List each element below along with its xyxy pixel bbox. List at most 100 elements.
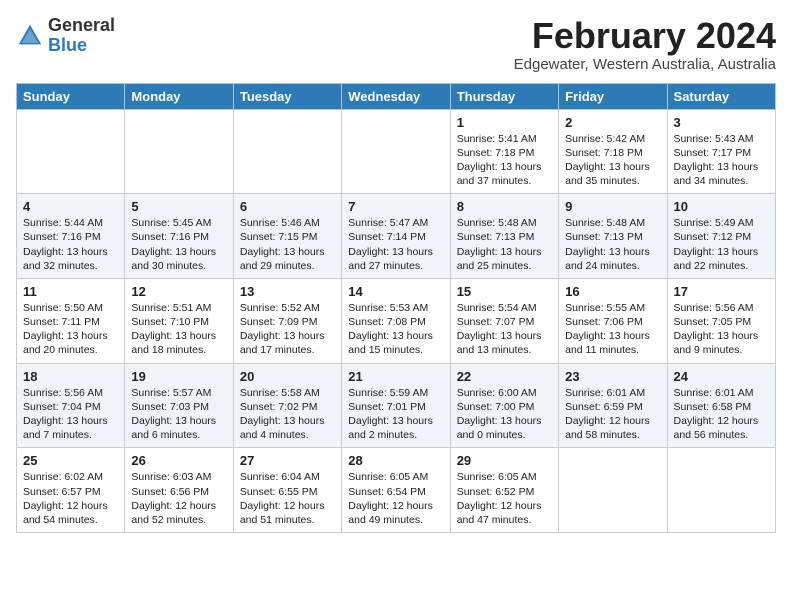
- day-content: Sunrise: 6:05 AM Sunset: 6:54 PM Dayligh…: [348, 470, 443, 527]
- calendar-cell: 1 Sunrise: 5:41 AM Sunset: 7:18 PM Daylig…: [450, 109, 558, 194]
- calendar-week-row: 18Sunrise: 5:56 AM Sunset: 7:04 PM Dayli…: [17, 363, 776, 448]
- day-number: 6: [240, 199, 335, 214]
- calendar-cell: 7 Sunrise: 5:47 AM Sunset: 7:14 PM Daylig…: [342, 194, 450, 279]
- calendar-cell: 12Sunrise: 5:51 AM Sunset: 7:10 PM Dayli…: [125, 278, 233, 363]
- day-number: 14: [348, 284, 443, 299]
- calendar-week-row: 1 Sunrise: 5:41 AM Sunset: 7:18 PM Daylig…: [17, 109, 776, 194]
- calendar-table: SundayMondayTuesdayWednesdayThursdayFrid…: [16, 83, 776, 533]
- calendar-cell: 15 Sunrise: 5:54 AM Sunset: 7:07 PM Dayli…: [450, 278, 558, 363]
- day-content: Sunrise: 5:52 AM Sunset: 7:09 PM Dayligh…: [240, 301, 335, 358]
- day-number: 4: [23, 199, 118, 214]
- calendar-week-row: 11Sunrise: 5:50 AM Sunset: 7:11 PM Dayli…: [17, 278, 776, 363]
- calendar-cell: 14 Sunrise: 5:53 AM Sunset: 7:08 PM Dayli…: [342, 278, 450, 363]
- calendar-cell: 6 Sunrise: 5:46 AM Sunset: 7:15 PM Daylig…: [233, 194, 341, 279]
- day-header-tuesday: Tuesday: [233, 83, 341, 109]
- calendar-cell: [125, 109, 233, 194]
- day-content: Sunrise: 6:05 AM Sunset: 6:52 PM Dayligh…: [457, 470, 552, 527]
- calendar-cell: 26Sunrise: 6:03 AM Sunset: 6:56 PM Dayli…: [125, 448, 233, 533]
- day-content: Sunrise: 6:04 AM Sunset: 6:55 PM Dayligh…: [240, 470, 335, 527]
- day-content: Sunrise: 5:44 AM Sunset: 7:16 PM Dayligh…: [23, 216, 118, 273]
- day-content: Sunrise: 5:46 AM Sunset: 7:15 PM Dayligh…: [240, 216, 335, 273]
- day-content: Sunrise: 5:57 AM Sunset: 7:03 PM Dayligh…: [131, 386, 226, 443]
- day-content: Sunrise: 5:56 AM Sunset: 7:04 PM Dayligh…: [23, 386, 118, 443]
- day-content: Sunrise: 5:41 AM Sunset: 7:18 PM Dayligh…: [457, 132, 552, 189]
- calendar-cell: 24 Sunrise: 6:01 AM Sunset: 6:58 PM Dayli…: [667, 363, 775, 448]
- day-number: 9: [565, 199, 660, 214]
- calendar-cell: 10Sunrise: 5:49 AM Sunset: 7:12 PM Dayli…: [667, 194, 775, 279]
- calendar-cell: 11Sunrise: 5:50 AM Sunset: 7:11 PM Dayli…: [17, 278, 125, 363]
- calendar-cell: 18Sunrise: 5:56 AM Sunset: 7:04 PM Dayli…: [17, 363, 125, 448]
- day-number: 16: [565, 284, 660, 299]
- calendar-cell: 20 Sunrise: 5:58 AM Sunset: 7:02 PM Dayli…: [233, 363, 341, 448]
- calendar-cell: [559, 448, 667, 533]
- day-content: Sunrise: 5:43 AM Sunset: 7:17 PM Dayligh…: [674, 132, 769, 189]
- day-number: 12: [131, 284, 226, 299]
- day-content: Sunrise: 6:01 AM Sunset: 6:58 PM Dayligh…: [674, 386, 769, 443]
- day-content: Sunrise: 5:49 AM Sunset: 7:12 PM Dayligh…: [674, 216, 769, 273]
- page-header: General Blue February 2024 Edgewater, We…: [16, 16, 776, 73]
- calendar-cell: 13 Sunrise: 5:52 AM Sunset: 7:09 PM Dayli…: [233, 278, 341, 363]
- day-content: Sunrise: 5:42 AM Sunset: 7:18 PM Dayligh…: [565, 132, 660, 189]
- day-content: Sunrise: 5:58 AM Sunset: 7:02 PM Dayligh…: [240, 386, 335, 443]
- calendar-cell: [667, 448, 775, 533]
- calendar-cell: 25 Sunrise: 6:02 AM Sunset: 6:57 PM Dayli…: [17, 448, 125, 533]
- day-content: Sunrise: 6:02 AM Sunset: 6:57 PM Dayligh…: [23, 470, 118, 527]
- day-content: Sunrise: 5:56 AM Sunset: 7:05 PM Dayligh…: [674, 301, 769, 358]
- day-number: 17: [674, 284, 769, 299]
- day-number: 15: [457, 284, 552, 299]
- calendar-cell: 9 Sunrise: 5:48 AM Sunset: 7:13 PM Daylig…: [559, 194, 667, 279]
- calendar-cell: 3 Sunrise: 5:43 AM Sunset: 7:17 PM Daylig…: [667, 109, 775, 194]
- day-number: 7: [348, 199, 443, 214]
- day-number: 22: [457, 369, 552, 384]
- day-content: Sunrise: 5:59 AM Sunset: 7:01 PM Dayligh…: [348, 386, 443, 443]
- day-number: 26: [131, 453, 226, 468]
- calendar-week-row: 4 Sunrise: 5:44 AM Sunset: 7:16 PM Daylig…: [17, 194, 776, 279]
- day-number: 25: [23, 453, 118, 468]
- day-content: Sunrise: 5:53 AM Sunset: 7:08 PM Dayligh…: [348, 301, 443, 358]
- calendar-cell: 22 Sunrise: 6:00 AM Sunset: 7:00 PM Dayli…: [450, 363, 558, 448]
- day-number: 28: [348, 453, 443, 468]
- day-content: Sunrise: 5:45 AM Sunset: 7:16 PM Dayligh…: [131, 216, 226, 273]
- calendar-body: 1 Sunrise: 5:41 AM Sunset: 7:18 PM Daylig…: [17, 109, 776, 532]
- calendar-cell: [233, 109, 341, 194]
- calendar-cell: 21Sunrise: 5:59 AM Sunset: 7:01 PM Dayli…: [342, 363, 450, 448]
- day-header-monday: Monday: [125, 83, 233, 109]
- day-header-thursday: Thursday: [450, 83, 558, 109]
- month-title: February 2024: [514, 16, 776, 56]
- day-header-friday: Friday: [559, 83, 667, 109]
- day-header-wednesday: Wednesday: [342, 83, 450, 109]
- day-number: 27: [240, 453, 335, 468]
- day-content: Sunrise: 6:01 AM Sunset: 6:59 PM Dayligh…: [565, 386, 660, 443]
- day-content: Sunrise: 5:55 AM Sunset: 7:06 PM Dayligh…: [565, 301, 660, 358]
- day-number: 3: [674, 115, 769, 130]
- calendar-cell: 5 Sunrise: 5:45 AM Sunset: 7:16 PM Daylig…: [125, 194, 233, 279]
- calendar-cell: 16 Sunrise: 5:55 AM Sunset: 7:06 PM Dayli…: [559, 278, 667, 363]
- day-content: Sunrise: 5:50 AM Sunset: 7:11 PM Dayligh…: [23, 301, 118, 358]
- logo-text: General Blue: [48, 16, 115, 56]
- day-number: 20: [240, 369, 335, 384]
- day-number: 29: [457, 453, 552, 468]
- day-content: Sunrise: 5:48 AM Sunset: 7:13 PM Dayligh…: [565, 216, 660, 273]
- day-number: 8: [457, 199, 552, 214]
- day-number: 5: [131, 199, 226, 214]
- calendar-cell: 29 Sunrise: 6:05 AM Sunset: 6:52 PM Dayli…: [450, 448, 558, 533]
- day-content: Sunrise: 5:54 AM Sunset: 7:07 PM Dayligh…: [457, 301, 552, 358]
- day-number: 24: [674, 369, 769, 384]
- day-number: 23: [565, 369, 660, 384]
- calendar-cell: 2Sunrise: 5:42 AM Sunset: 7:18 PM Daylig…: [559, 109, 667, 194]
- logo-icon: [16, 22, 44, 50]
- calendar-week-row: 25 Sunrise: 6:02 AM Sunset: 6:57 PM Dayli…: [17, 448, 776, 533]
- calendar-cell: 23 Sunrise: 6:01 AM Sunset: 6:59 PM Dayli…: [559, 363, 667, 448]
- calendar-cell: 28 Sunrise: 6:05 AM Sunset: 6:54 PM Dayli…: [342, 448, 450, 533]
- calendar-cell: 27 Sunrise: 6:04 AM Sunset: 6:55 PM Dayli…: [233, 448, 341, 533]
- day-number: 1: [457, 115, 552, 130]
- title-block: February 2024 Edgewater, Western Austral…: [514, 16, 776, 73]
- day-content: Sunrise: 6:00 AM Sunset: 7:00 PM Dayligh…: [457, 386, 552, 443]
- location-subtitle: Edgewater, Western Australia, Australia: [514, 56, 776, 73]
- day-number: 13: [240, 284, 335, 299]
- day-number: 19: [131, 369, 226, 384]
- day-content: Sunrise: 5:47 AM Sunset: 7:14 PM Dayligh…: [348, 216, 443, 273]
- day-header-saturday: Saturday: [667, 83, 775, 109]
- calendar-header: SundayMondayTuesdayWednesdayThursdayFrid…: [17, 83, 776, 109]
- day-content: Sunrise: 5:48 AM Sunset: 7:13 PM Dayligh…: [457, 216, 552, 273]
